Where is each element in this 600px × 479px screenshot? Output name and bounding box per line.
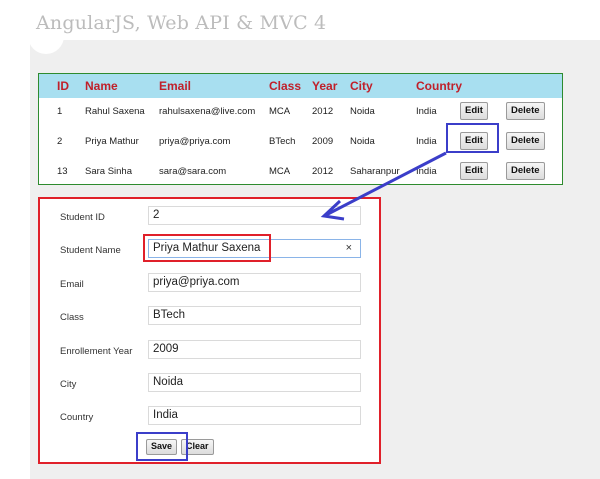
cell-country: India [416, 106, 437, 117]
cell-email: rahulsaxena@live.com [159, 106, 256, 117]
cell-class: MCA [269, 166, 291, 177]
cell-country: India [416, 166, 437, 177]
cell-class: BTech [269, 136, 296, 147]
name-highlight-box [143, 234, 271, 262]
enrollment-year-label: Enrollement Year [60, 346, 133, 357]
edit-highlight-box [446, 123, 499, 153]
cell-city: Saharanpur [350, 166, 400, 177]
cell-name: Rahul Saxena [85, 106, 145, 117]
delete-button[interactable]: Delete [506, 162, 545, 180]
cell-year: 2012 [312, 166, 334, 177]
header-country: Country [416, 79, 462, 93]
enrollment-year-field[interactable]: 2009 [148, 340, 361, 359]
table-row: 13 Sara Sinha sara@sara.com MCA 2012 Sah… [39, 158, 562, 188]
cell-name: Priya Mathur [85, 136, 139, 147]
country-label: Country [60, 412, 94, 423]
cell-name: Sara Sinha [85, 166, 133, 177]
enrollment-year-value: 2009 [153, 343, 179, 355]
country-field[interactable]: India [148, 406, 361, 425]
class-label: Class [60, 312, 84, 323]
cell-city: Noida [350, 106, 375, 117]
student-id-field[interactable]: 2 [148, 206, 361, 225]
city-label: City [60, 379, 77, 390]
class-value: BTech [153, 309, 185, 321]
header-email: Email [159, 79, 192, 93]
header-year: Year [312, 79, 338, 93]
cell-id: 13 [57, 166, 68, 177]
email-value: priya@priya.com [153, 276, 240, 288]
header-id: ID [57, 79, 69, 93]
slide-title: AngularJS, Web API & MVC 4 [36, 12, 327, 34]
delete-button[interactable]: Delete [506, 132, 545, 150]
cell-class: MCA [269, 106, 291, 117]
student-id-label: Student ID [60, 212, 105, 223]
cell-id: 1 [57, 106, 63, 117]
cell-city: Noida [350, 136, 375, 147]
cell-email: priya@priya.com [159, 136, 231, 147]
header-class: Class [269, 79, 302, 93]
cell-year: 2009 [312, 136, 334, 147]
city-value: Noida [153, 376, 184, 388]
clear-input-icon[interactable]: × [346, 242, 352, 254]
delete-button[interactable]: Delete [506, 102, 545, 120]
email-field[interactable]: priya@priya.com [148, 273, 361, 292]
cell-email: sara@sara.com [159, 166, 227, 177]
cell-year: 2012 [312, 106, 334, 117]
country-value: India [153, 409, 178, 421]
table-header: ID Name Email Class Year City Country [39, 74, 562, 98]
edit-button[interactable]: Edit [460, 102, 488, 120]
header-city: City [350, 79, 373, 93]
class-field[interactable]: BTech [148, 306, 361, 325]
email-label: Email [60, 279, 84, 290]
edit-button[interactable]: Edit [460, 162, 488, 180]
cell-id: 2 [57, 136, 63, 147]
cell-country: India [416, 136, 437, 147]
student-name-label: Student Name [60, 245, 121, 256]
save-highlight-box [136, 432, 188, 461]
student-id-value: 2 [153, 209, 160, 221]
city-field[interactable]: Noida [148, 373, 361, 392]
header-name: Name [85, 79, 118, 93]
